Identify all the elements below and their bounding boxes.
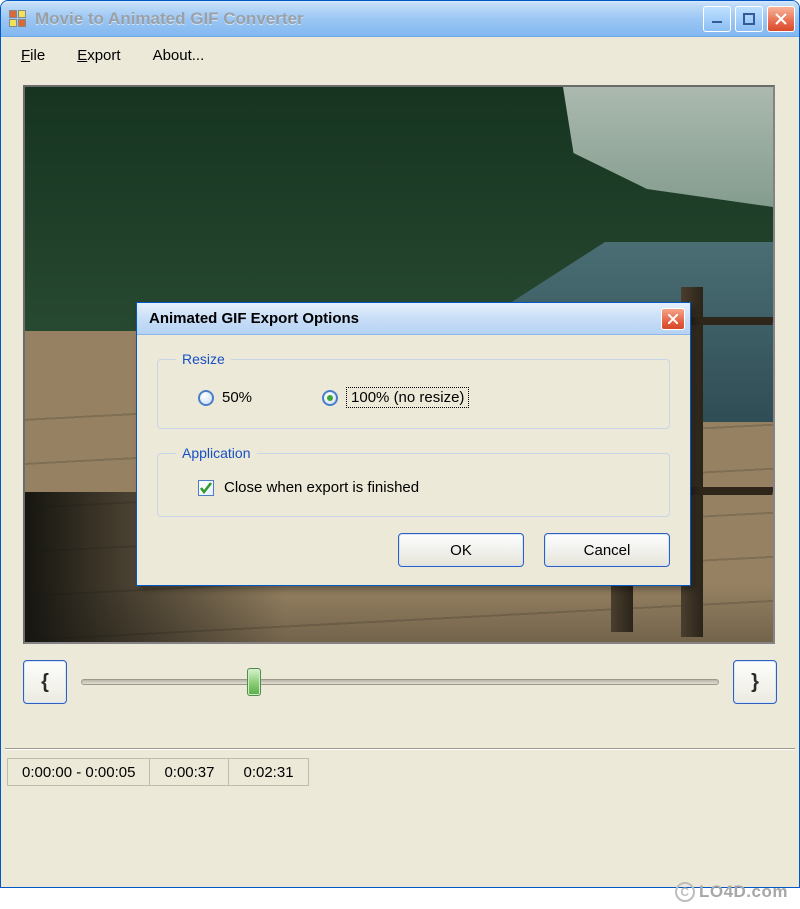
menu-file[interactable]: File	[21, 47, 45, 64]
dialog-buttons: OK Cancel	[157, 533, 670, 567]
application-legend: Application	[176, 445, 257, 461]
radio-50[interactable]: 50%	[198, 389, 252, 406]
dialog-close-button[interactable]	[661, 308, 685, 330]
seek-row: { }	[23, 660, 777, 704]
minimize-button[interactable]	[703, 6, 731, 32]
dialog-title: Animated GIF Export Options	[149, 310, 661, 327]
maximize-icon	[743, 13, 755, 25]
mark-out-button[interactable]: }	[733, 660, 777, 704]
cancel-button[interactable]: Cancel	[544, 533, 670, 567]
radio-100-label: 100% (no resize)	[346, 387, 469, 408]
maximize-button[interactable]	[735, 6, 763, 32]
close-when-finished-row[interactable]: Close when export is finished	[176, 473, 651, 500]
window-title: Movie to Animated GIF Converter	[35, 9, 703, 29]
resize-options: 50% 100% (no resize)	[176, 379, 651, 412]
status-total: 0:02:31	[229, 758, 308, 786]
close-icon	[668, 314, 678, 324]
titlebar: Movie to Animated GIF Converter	[1, 1, 799, 37]
ok-button[interactable]: OK	[398, 533, 524, 567]
resize-legend: Resize	[176, 351, 231, 367]
watermark: C LO4D.com	[675, 879, 788, 905]
checkmark-icon	[200, 482, 212, 494]
menubar: File Export About...	[1, 37, 799, 73]
radio-icon	[198, 390, 214, 406]
seek-thumb[interactable]	[247, 668, 261, 696]
app-icon	[9, 10, 27, 28]
window-controls	[703, 6, 795, 32]
main-window: Movie to Animated GIF Converter File Exp…	[0, 0, 800, 888]
dialog-body: Resize 50% 100% (no resize) Application	[137, 335, 690, 585]
radio-100[interactable]: 100% (no resize)	[322, 387, 469, 408]
status-range: 0:00:00 - 0:00:05	[7, 758, 150, 786]
resize-group: Resize 50% 100% (no resize)	[157, 351, 670, 429]
watermark-text: LO4D.com	[699, 882, 788, 902]
checkbox-icon	[198, 480, 214, 496]
copyright-icon: C	[675, 882, 695, 902]
seek-slider[interactable]	[81, 679, 719, 685]
divider	[5, 748, 795, 750]
content-area: Animated GIF Export Options Resize 50%	[23, 85, 777, 644]
dialog-titlebar: Animated GIF Export Options	[137, 303, 690, 335]
close-icon	[775, 13, 787, 25]
radio-50-label: 50%	[222, 389, 252, 406]
window-close-button[interactable]	[767, 6, 795, 32]
application-group: Application Close when export is finishe…	[157, 445, 670, 517]
statusbar: 0:00:00 - 0:00:05 0:00:37 0:02:31	[7, 758, 793, 786]
menu-export[interactable]: Export	[77, 47, 120, 64]
radio-icon	[322, 390, 338, 406]
close-when-finished-label: Close when export is finished	[224, 479, 419, 496]
export-options-dialog: Animated GIF Export Options Resize 50%	[136, 302, 691, 586]
mark-in-button[interactable]: {	[23, 660, 67, 704]
menu-about[interactable]: About...	[153, 47, 205, 64]
minimize-icon	[711, 13, 723, 25]
status-current: 0:00:37	[150, 758, 229, 786]
